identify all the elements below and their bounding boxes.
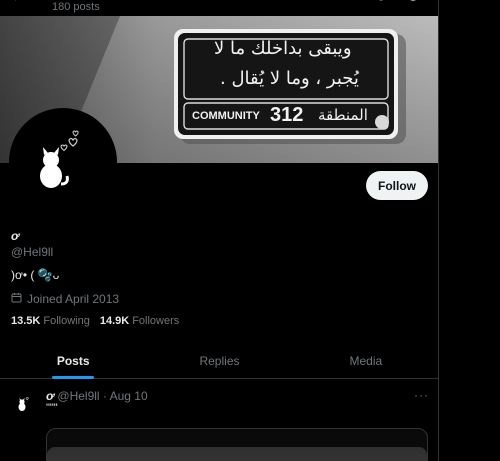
more-options-icon[interactable]: ··· xyxy=(414,388,429,402)
follow-button[interactable]: Follow xyxy=(366,171,428,200)
sign-community-number: 312 xyxy=(270,104,304,126)
profile-avatar[interactable] xyxy=(9,108,117,216)
tab-replies[interactable]: Replies xyxy=(146,343,292,378)
profile-handle: @Hel9ll xyxy=(11,245,54,259)
profile-column: 180 posts ويبقى بداخلك ما لا يُجبر ، وما… xyxy=(0,0,439,461)
tweet-avatar[interactable] xyxy=(11,390,37,416)
following-link[interactable]: 13.5K Following xyxy=(11,315,90,327)
grok-icon[interactable] xyxy=(375,0,389,6)
active-tab-indicator xyxy=(52,376,95,379)
right-gutter xyxy=(439,0,500,461)
tab-posts[interactable]: Posts xyxy=(0,343,146,379)
sign-community-label: COMMUNITY xyxy=(192,110,260,122)
tweet-media[interactable] xyxy=(46,428,428,461)
tab-media[interactable]: Media xyxy=(293,343,438,378)
profile-bio: )ơ• ( 🫧ᴗ xyxy=(11,268,60,282)
tweet-author-name[interactable]: ơ xyxy=(46,389,54,403)
post-count: 180 posts xyxy=(52,1,100,13)
tweet-header: ơ @Hel9ll · Aug 10 xyxy=(46,389,148,403)
followers-count: 14.9K xyxy=(99,315,130,327)
tab-label: Media xyxy=(349,353,383,368)
sign-arabic-line-2: يُجبر ، وما لا يُقال . xyxy=(220,68,359,89)
tweet[interactable]: ơ @Hel9ll · Aug 10 """ ··· xyxy=(0,380,438,461)
profile-header-bar: 180 posts xyxy=(0,0,438,16)
calendar-icon xyxy=(11,292,22,306)
sign-arabic-line-1: ويبقى بداخلك ما لا xyxy=(214,38,352,59)
cat-silhouette-icon xyxy=(40,130,79,188)
following-count: 13.5K xyxy=(11,315,41,327)
cat-silhouette-icon xyxy=(18,397,29,411)
followers-link[interactable]: 14.9K Followers xyxy=(100,315,179,327)
tweet-meta: @Hel9ll · Aug 10 xyxy=(57,389,148,403)
tab-label: Replies xyxy=(199,353,240,368)
followers-label: Followers xyxy=(132,315,180,327)
tweet-text: """ xyxy=(46,402,58,414)
media-preview xyxy=(47,447,427,461)
back-arrow-icon[interactable] xyxy=(12,0,26,6)
profile-tabs: Posts Replies Media xyxy=(0,343,438,379)
search-icon[interactable] xyxy=(407,0,421,6)
sign-arabic-bottom: المنطقة xyxy=(318,106,368,124)
following-label: Following xyxy=(43,315,90,327)
display-name: ơ xyxy=(11,229,20,243)
tab-label: Posts xyxy=(56,353,90,368)
joined-text: Joined April 2013 xyxy=(27,292,120,306)
joined-date: Joined April 2013 xyxy=(11,292,119,306)
follow-stats: 13.5K Following 14.9K Followers xyxy=(11,315,179,327)
